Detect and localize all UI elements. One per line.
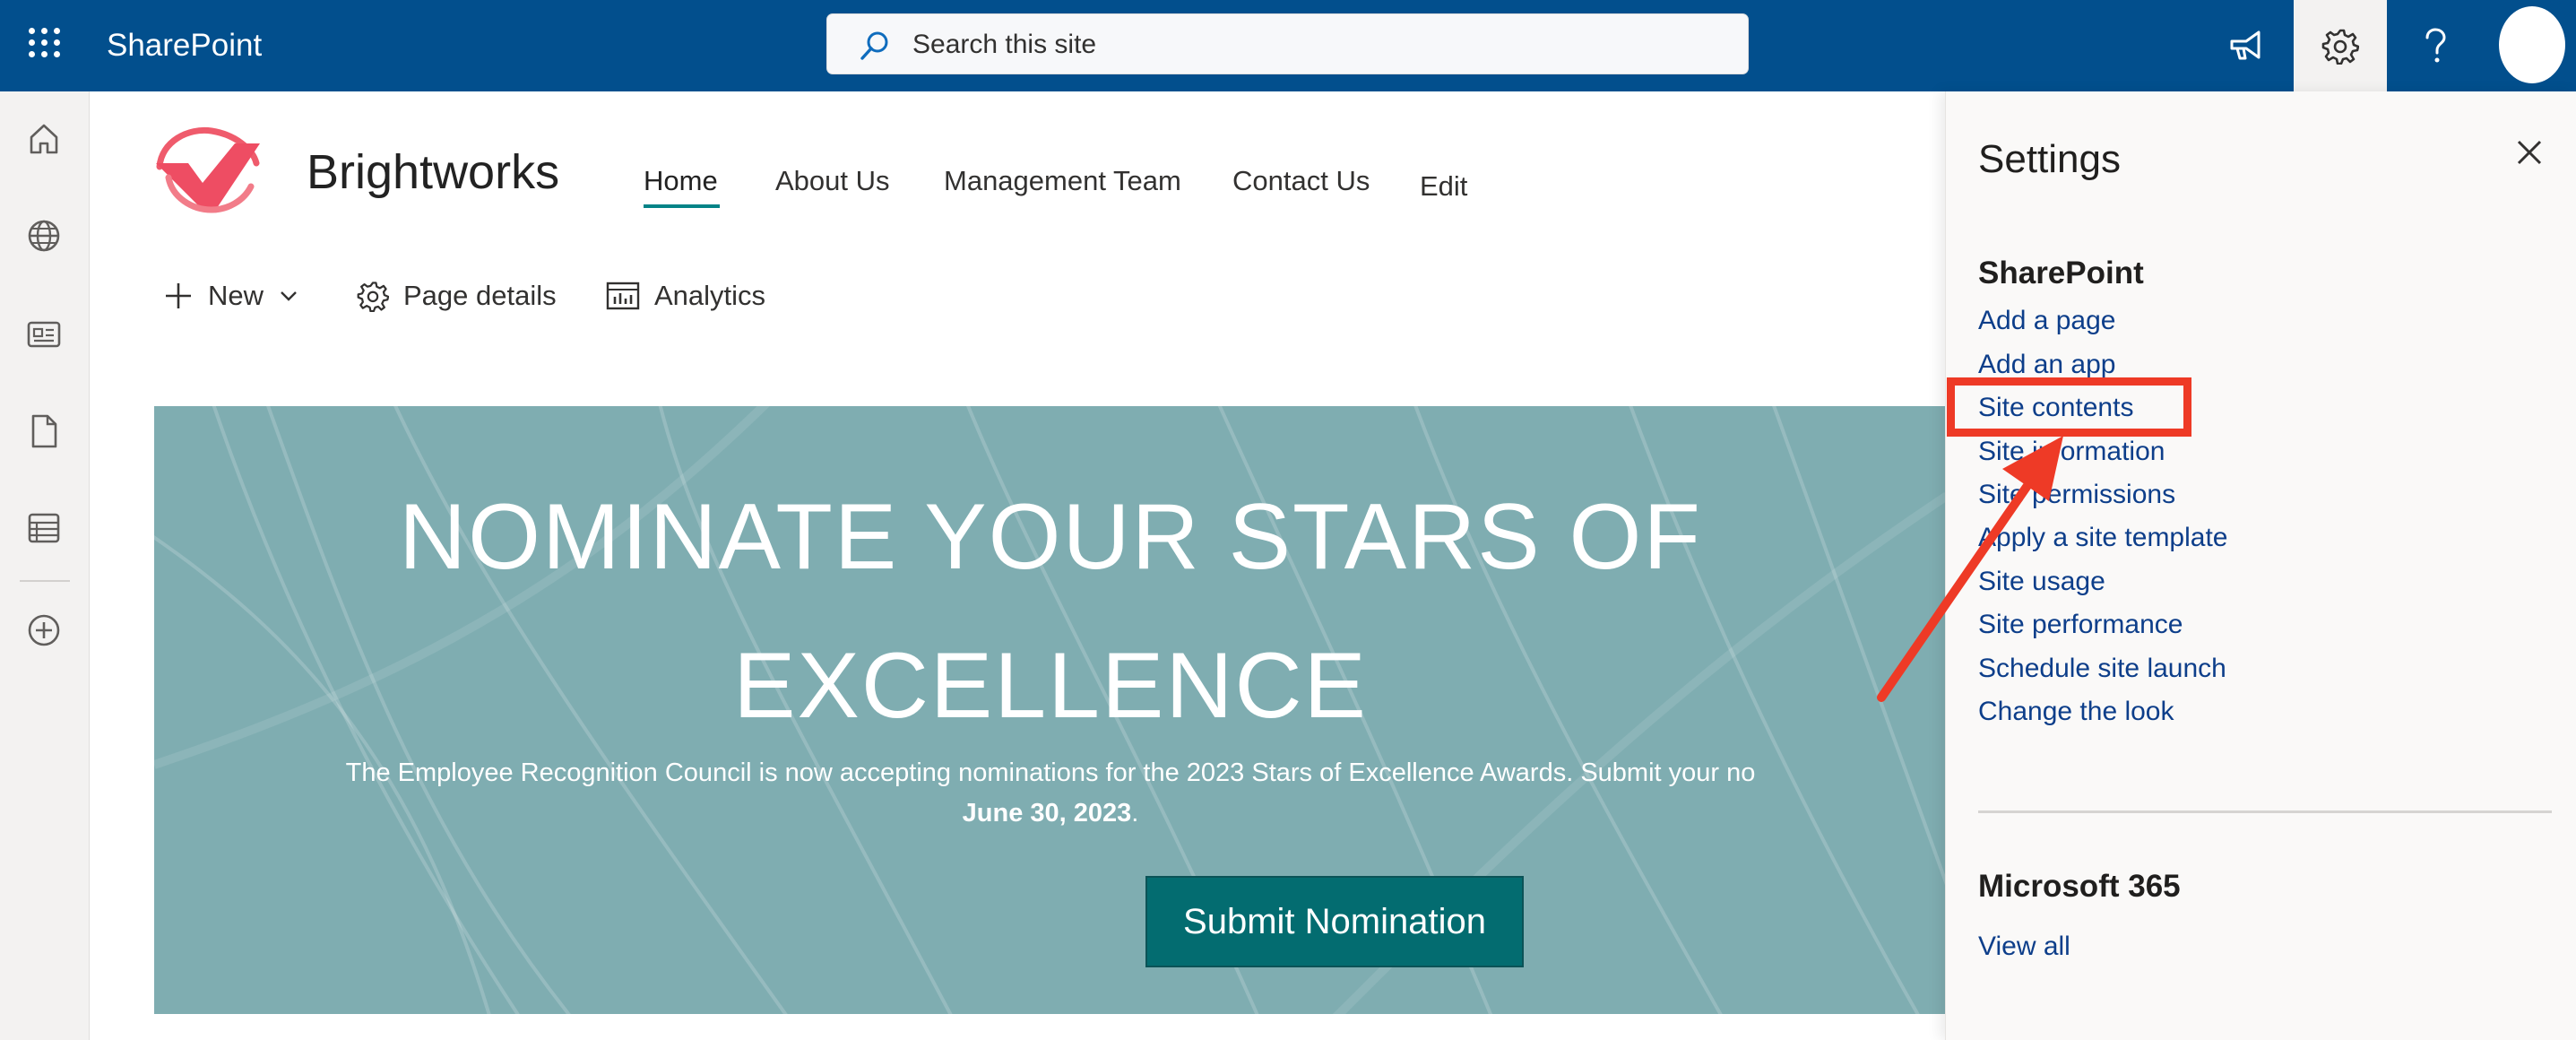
microsoft-365-section-title: Microsoft 365 bbox=[1978, 869, 2181, 904]
nav-about-us[interactable]: About Us bbox=[775, 163, 890, 199]
site-permissions-link[interactable]: Site permissions bbox=[1978, 477, 2175, 513]
document-icon[interactable] bbox=[23, 411, 65, 452]
add-a-page-link[interactable]: Add a page bbox=[1978, 303, 2115, 339]
settings-panel: Settings SharePoint Add a page Add an ap… bbox=[1945, 91, 2576, 1040]
hero-heading-line2: EXCELLENCE bbox=[733, 634, 1368, 738]
close-icon[interactable] bbox=[2511, 134, 2547, 170]
gear-icon bbox=[357, 282, 389, 312]
avatar[interactable] bbox=[2499, 6, 2565, 83]
analytics-icon bbox=[606, 282, 640, 310]
help-icon[interactable] bbox=[2389, 0, 2482, 91]
apply-site-template-link[interactable]: Apply a site template bbox=[1978, 520, 2227, 556]
chevron-down-icon bbox=[281, 291, 297, 301]
change-the-look-link[interactable]: Change the look bbox=[1978, 694, 2174, 730]
megaphone-icon[interactable] bbox=[2199, 0, 2292, 91]
news-icon[interactable] bbox=[23, 314, 65, 355]
panel-divider bbox=[1978, 810, 2552, 813]
schedule-site-launch-link[interactable]: Schedule site launch bbox=[1978, 651, 2226, 687]
new-button[interactable]: New bbox=[163, 276, 298, 316]
hero-date-line: June 30, 2023. bbox=[154, 795, 1947, 831]
list-icon[interactable] bbox=[23, 507, 65, 549]
hero-body-text: The Employee Recognition Council is now … bbox=[345, 758, 1756, 787]
analytics-label: Analytics bbox=[654, 280, 766, 311]
waffle-icon[interactable] bbox=[25, 24, 61, 60]
site-title[interactable]: Brightworks bbox=[307, 143, 559, 201]
hero-banner: NOMINATE YOUR STARS OF EXCELLENCE The Em… bbox=[154, 406, 1947, 1014]
search-input[interactable]: Search this site bbox=[912, 28, 1096, 62]
site-usage-link[interactable]: Site usage bbox=[1978, 564, 2105, 600]
suite-bar: SharePoint Search this site bbox=[0, 0, 2576, 91]
page-details-button[interactable]: Page details bbox=[357, 276, 557, 316]
site-performance-link[interactable]: Site performance bbox=[1978, 607, 2183, 643]
submit-nomination-button[interactable]: Submit Nomination bbox=[1145, 876, 1524, 967]
nav-management-team[interactable]: Management Team bbox=[944, 163, 1181, 199]
hero-heading-line1: NOMINATE YOUR STARS OF bbox=[399, 485, 1702, 589]
plus-icon bbox=[166, 283, 191, 308]
nav-home[interactable]: Home bbox=[644, 163, 718, 199]
nav-edit[interactable]: Edit bbox=[1420, 169, 1467, 204]
sharepoint-section-title: SharePoint bbox=[1978, 256, 2144, 290]
annotation-highlight-box bbox=[1947, 377, 2191, 437]
search-icon bbox=[860, 31, 888, 60]
gear-icon[interactable] bbox=[2294, 0, 2387, 91]
page-details-label: Page details bbox=[403, 280, 557, 311]
left-rail bbox=[0, 91, 90, 1040]
settings-title: Settings bbox=[1978, 137, 2121, 181]
site-logo[interactable] bbox=[152, 124, 264, 213]
add-icon[interactable] bbox=[23, 610, 65, 651]
app-name[interactable]: SharePoint bbox=[107, 25, 262, 66]
new-label: New bbox=[208, 280, 264, 311]
nav-contact-us[interactable]: Contact Us bbox=[1232, 163, 1370, 199]
hero-deadline-date: June 30, 2023 bbox=[962, 799, 1132, 828]
search-box[interactable]: Search this site bbox=[826, 13, 1749, 74]
globe-icon[interactable] bbox=[23, 215, 65, 256]
nav-home-underline bbox=[644, 204, 720, 208]
hero-date-suffix: . bbox=[1131, 799, 1139, 828]
view-all-link[interactable]: View all bbox=[1978, 929, 2070, 965]
rail-divider bbox=[20, 580, 70, 582]
home-icon[interactable] bbox=[23, 118, 65, 160]
analytics-button[interactable]: Analytics bbox=[606, 276, 765, 316]
site-information-link[interactable]: Site information bbox=[1978, 434, 2165, 470]
